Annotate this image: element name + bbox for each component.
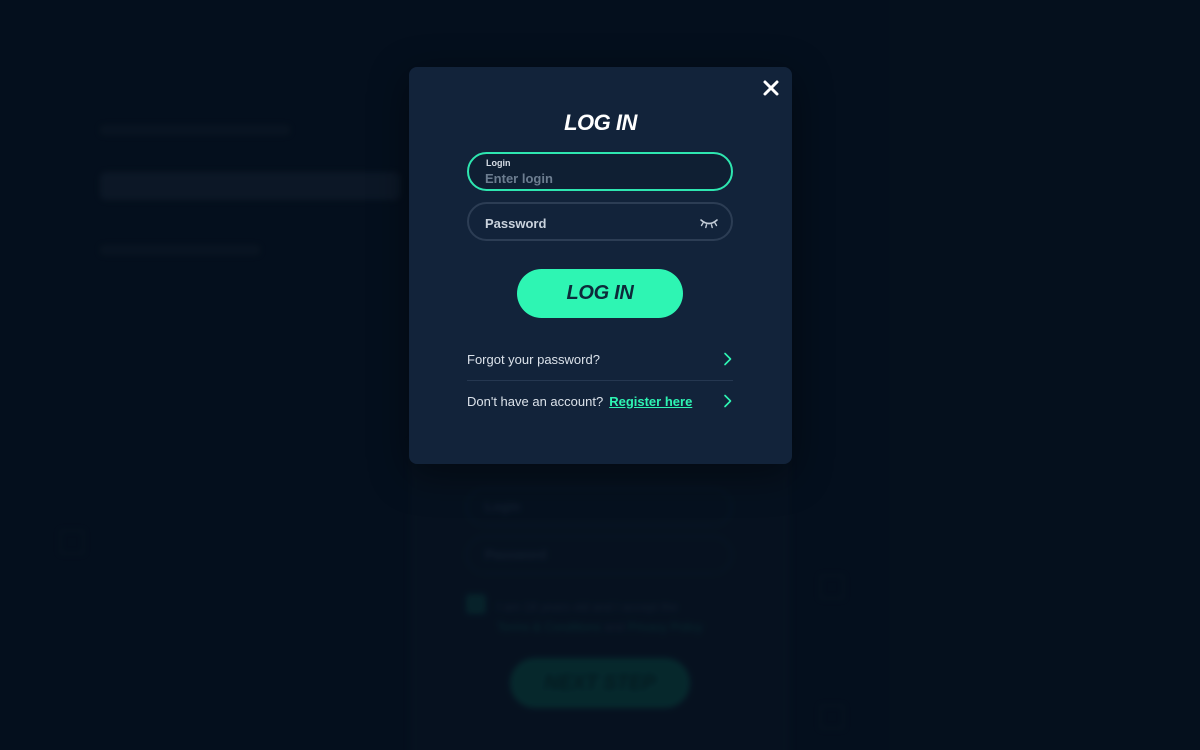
login-button[interactable]: LOG IN (517, 269, 683, 318)
register-row[interactable]: Don't have an account? Register here (467, 380, 733, 422)
page: Login Password I am 18 years old and I a… (0, 0, 1200, 750)
register-prompt: Don't have an account? Register here (467, 394, 723, 409)
chevron-right-icon (723, 352, 733, 366)
chevron-right-icon (723, 394, 733, 408)
forgot-password-link[interactable]: Forgot your password? (467, 338, 733, 380)
modal-title: LOG IN (564, 110, 637, 135)
login-field[interactable]: Login (467, 152, 733, 191)
eye-closed-icon[interactable] (699, 215, 719, 229)
login-modal: LOG IN Login LOG IN Forgot your password… (409, 67, 792, 464)
password-field[interactable] (467, 202, 733, 241)
password-input[interactable] (485, 214, 685, 232)
login-field-label: Login (486, 158, 511, 168)
register-prompt-text: Don't have an account? (467, 393, 604, 409)
register-link[interactable]: Register here (609, 394, 692, 409)
forgot-password-text: Forgot your password? (467, 351, 600, 367)
login-input[interactable] (485, 169, 705, 187)
close-icon[interactable] (762, 79, 780, 97)
